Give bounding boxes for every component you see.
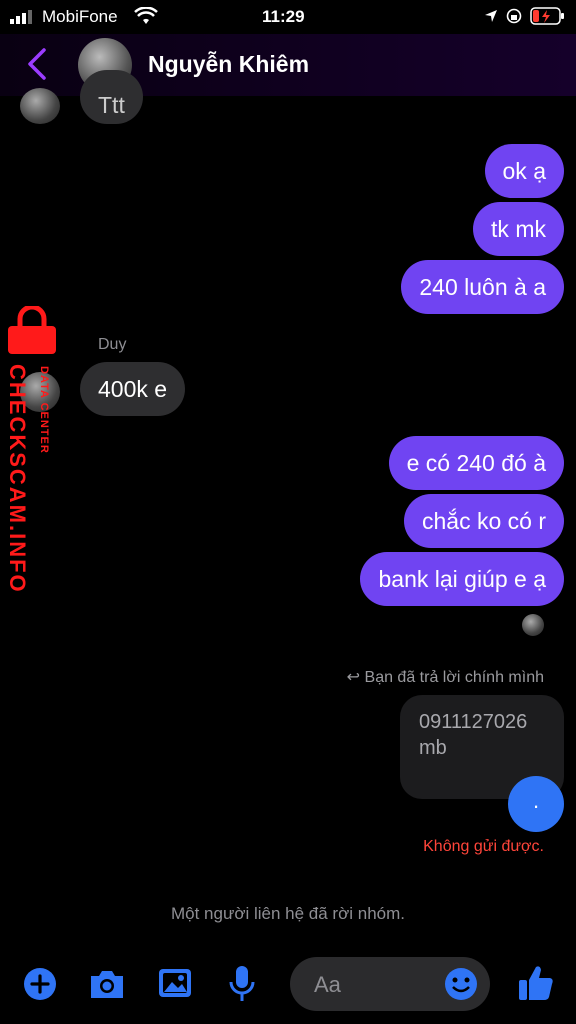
composer-toolbar: Aa bbox=[0, 950, 576, 1024]
clock: 11:29 bbox=[262, 7, 305, 26]
system-message: Một người liên hệ đã rời nhóm. bbox=[170, 904, 405, 923]
watermark-text: CHECKSCAM.INFO bbox=[5, 364, 30, 594]
message-input-placeholder: Aa bbox=[314, 972, 341, 997]
outgoing-bubble[interactable]: ok ạ bbox=[484, 144, 564, 198]
outgoing-bubble[interactable]: e có 240 đó à bbox=[388, 436, 564, 490]
read-receipt-avatar bbox=[522, 614, 544, 636]
reply-label: ↩ Bạn đã trả lời chính mình bbox=[346, 669, 544, 686]
location-icon bbox=[485, 10, 497, 22]
emoji-icon[interactable] bbox=[444, 967, 478, 1001]
watermark-subtext: DATA CENTER bbox=[38, 366, 50, 454]
incoming-bubble-partial[interactable]: Ttt bbox=[80, 70, 143, 124]
battery-icon bbox=[530, 7, 564, 25]
contact-name[interactable]: Nguyễn Khiêm bbox=[148, 51, 309, 78]
carrier-label: MobiFone bbox=[42, 7, 118, 26]
sender-avatar[interactable] bbox=[20, 88, 60, 124]
incoming-bubble[interactable]: 400k e bbox=[80, 362, 186, 416]
outgoing-bubble[interactable]: 240 luôn à a bbox=[401, 260, 564, 314]
message-input[interactable]: Aa bbox=[290, 957, 490, 1011]
gallery-icon[interactable] bbox=[157, 967, 193, 999]
outgoing-bubble[interactable]: chắc ko có r bbox=[404, 494, 564, 548]
signal-icon bbox=[10, 10, 32, 24]
orientation-lock-icon bbox=[506, 8, 522, 24]
send-error-text: Không gửi được. bbox=[423, 838, 544, 855]
sender-name: Duy bbox=[98, 336, 127, 353]
watermark: CHECKSCAM.INFO DATA CENTER bbox=[0, 306, 66, 596]
quoted-suffix: mb bbox=[419, 737, 447, 759]
back-chevron-icon[interactable] bbox=[26, 48, 48, 80]
thumbs-up-icon[interactable] bbox=[517, 963, 555, 1003]
padlock-icon bbox=[8, 306, 56, 354]
microphone-icon[interactable] bbox=[228, 964, 256, 1004]
outgoing-bubble[interactable]: bank lại giúp e ạ bbox=[360, 552, 564, 606]
status-bar: MobiFone 11:29 bbox=[0, 0, 576, 34]
reply-arrow-icon: ↩ bbox=[346, 669, 365, 686]
failed-message-bubble[interactable]: . bbox=[508, 776, 564, 832]
wifi-icon bbox=[134, 7, 158, 24]
plus-icon[interactable] bbox=[23, 967, 57, 1001]
outgoing-bubble[interactable]: tk mk bbox=[473, 202, 564, 256]
camera-icon[interactable] bbox=[88, 968, 126, 1000]
quoted-number: 0911127026 bbox=[419, 711, 528, 733]
